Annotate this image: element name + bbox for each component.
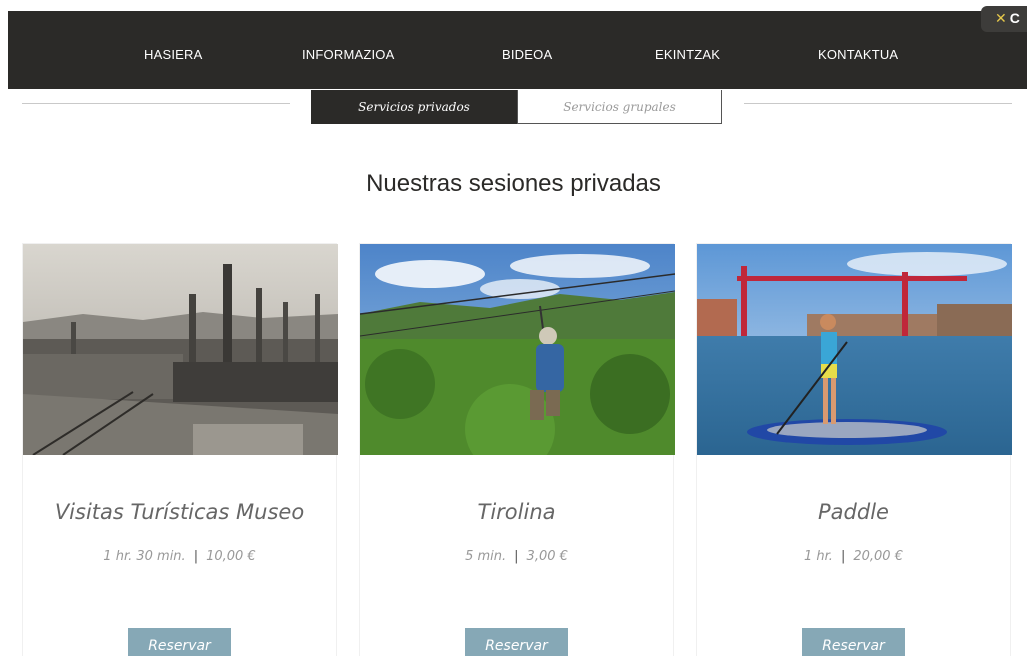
tab-divider-right — [744, 103, 1012, 104]
nav-item-kontaktua[interactable]: KONTAKTUA — [818, 47, 898, 62]
close-button[interactable]: ✕ C — [981, 6, 1027, 32]
close-icon: ✕ — [995, 10, 1007, 26]
service-card: Tirolina 5 min. | 3,00 € Reservar — [359, 243, 675, 656]
section-title: Nuestras sesiones privadas — [366, 170, 661, 197]
factory-photo[interactable] — [23, 244, 338, 455]
card-meta: 1 hr. 30 min. | 10,00 € — [23, 549, 336, 564]
reservar-button[interactable]: Reservar — [465, 628, 568, 656]
service-card: Visitas Turísticas Museo 1 hr. 30 min. | 1… — [22, 243, 338, 656]
close-label: C — [1009, 10, 1020, 26]
top-nav-bar: HASIERA INFORMAZIOA BIDEOA EKINTZAK KONT… — [8, 11, 1027, 89]
card-meta-separator: | — [514, 549, 519, 564]
card-duration: 5 min. — [465, 549, 507, 564]
card-title: Tirolina — [477, 500, 556, 524]
reservar-button[interactable]: Reservar — [802, 628, 905, 656]
nav-item-informazioa[interactable]: INFORMAZIOA — [302, 47, 394, 62]
nav-item-bideoa[interactable]: BIDEOA — [502, 47, 552, 62]
nav-item-hasiera[interactable]: HASIERA — [144, 47, 202, 62]
service-card: Paddle 1 hr. | 20,00 € Reservar — [696, 243, 1012, 656]
nav-item-ekintzak[interactable]: EKINTZAK — [655, 47, 720, 62]
card-meta: 5 min. | 3,00 € — [360, 549, 673, 564]
card-price: 10,00 € — [206, 549, 256, 564]
card-price: 20,00 € — [853, 549, 903, 564]
card-meta-separator: | — [193, 549, 199, 564]
reservar-button[interactable]: Reservar — [128, 628, 231, 656]
card-meta-separator: | — [840, 549, 846, 564]
card-title: Visitas Turísticas Museo — [54, 500, 305, 524]
tab-servicios-privados[interactable]: Servicios privados — [311, 90, 517, 124]
paddle-photo[interactable] — [697, 244, 1012, 455]
tab-divider-left — [22, 103, 290, 104]
zipline-photo[interactable] — [360, 244, 675, 455]
card-duration: 1 hr. 30 min. — [103, 549, 186, 564]
card-meta: 1 hr. | 20,00 € — [697, 549, 1010, 564]
card-title: Paddle — [818, 500, 889, 524]
card-price: 3,00 € — [526, 549, 568, 564]
card-duration: 1 hr. — [804, 549, 833, 564]
tab-servicios-grupales[interactable]: Servicios grupales — [517, 90, 722, 124]
